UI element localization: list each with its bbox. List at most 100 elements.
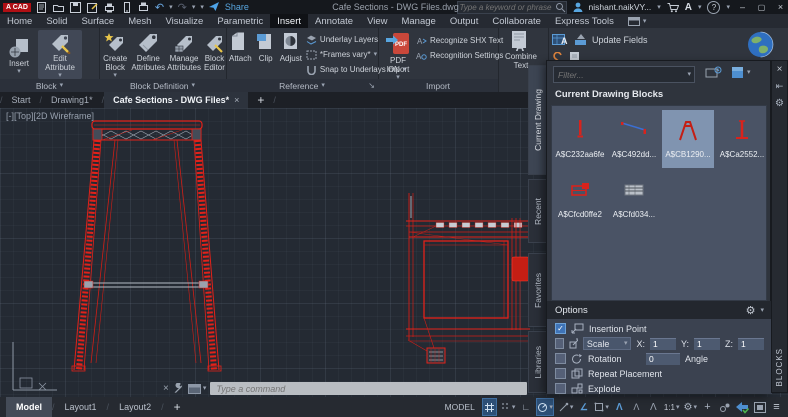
minimize-button[interactable]: – (736, 2, 749, 12)
scale-y-input[interactable] (694, 338, 720, 350)
rotation-option[interactable]: Rotation Angle (555, 352, 708, 365)
grid-toggle[interactable] (482, 398, 497, 416)
define-attributes-button[interactable]: Define Attributes (131, 30, 165, 72)
share-button[interactable]: Share (225, 2, 249, 12)
palette-tab-favorites[interactable]: Favorites (528, 253, 547, 327)
plot-icon[interactable] (104, 1, 116, 13)
tab-home[interactable]: Home (0, 14, 39, 28)
file-tab-start[interactable]: Start (3, 92, 40, 108)
scale-dropdown[interactable]: Scale▾ (583, 337, 632, 350)
block-item[interactable]: A$C232aa6fe (554, 110, 606, 168)
cart-icon[interactable] (667, 2, 679, 13)
maximize-button[interactable]: ▢ (755, 3, 768, 12)
help-icon[interactable]: ? (707, 1, 720, 14)
insert-block-button[interactable]: Insert▾ (8, 35, 30, 75)
redo-caret[interactable]: ▾ (192, 4, 196, 11)
filter-caret[interactable]: ▾ (687, 71, 694, 78)
file-tab-drawing1[interactable]: Drawing1* (42, 92, 102, 108)
block-library-icon[interactable] (705, 66, 722, 81)
save-icon[interactable] (70, 1, 82, 13)
adjust-button[interactable]: Adjust (280, 30, 302, 63)
panel-block-definition-footer[interactable]: Block Definition▾ (99, 79, 226, 92)
palette-tab-current-drawing[interactable]: Current Drawing (528, 65, 547, 175)
repeat-placement-option[interactable]: Repeat Placement (555, 367, 662, 380)
block-item[interactable]: A$Cfd034... (608, 170, 660, 228)
isolate-objects-button[interactable] (718, 399, 731, 415)
autoscale-toggle[interactable]: Λ (630, 399, 643, 415)
workspace-switching-button[interactable]: ⚙▾ (684, 399, 697, 415)
search-field[interactable] (457, 1, 567, 14)
tab-manage[interactable]: Manage (394, 14, 442, 28)
explode-checkbox[interactable] (555, 383, 566, 394)
snap-mode-toggle[interactable]: ▾ (501, 399, 516, 415)
annotation-monitor-button[interactable]: + (701, 399, 714, 415)
palette-properties-icon[interactable]: ⚙ (775, 98, 784, 109)
rotation-checkbox[interactable] (555, 353, 566, 364)
qat-customize-caret[interactable]: ▾ (200, 4, 204, 11)
options-collapse-caret[interactable]: ▾ (760, 307, 764, 314)
tab-output[interactable]: Output (443, 14, 486, 28)
reference-panel-launcher[interactable]: ↘ (368, 81, 375, 90)
user-caret[interactable]: ▾ (657, 4, 661, 11)
tab-express-tools[interactable]: Express Tools (548, 14, 621, 28)
palette-autohide-icon[interactable]: ⇤ (776, 81, 784, 92)
search-input[interactable] (458, 3, 555, 12)
command-close-icon[interactable]: × (163, 383, 169, 394)
palette-tab-recent[interactable]: Recent (528, 179, 547, 243)
block-item[interactable]: A$Ca2552... (716, 110, 768, 168)
rotation-angle-input[interactable] (646, 353, 680, 365)
attach-button[interactable]: Attach (229, 30, 252, 63)
tab-annotate[interactable]: Annotate (308, 14, 360, 28)
mobile-app-icon[interactable] (121, 1, 133, 13)
polar-tracking-toggle[interactable]: ▾ (536, 398, 554, 416)
autodesk-logo-icon[interactable]: A (685, 2, 692, 13)
customization-menu-button[interactable]: ≡ (770, 399, 783, 415)
model-space-toggle[interactable]: MODEL (445, 402, 475, 412)
annotation-scale-icon[interactable]: Λ (647, 399, 660, 415)
close-button[interactable]: × (774, 2, 787, 12)
help-caret[interactable]: ▾ (726, 4, 730, 11)
block-item[interactable]: A$Cfcd0ffe2 (554, 170, 606, 228)
tab-visualize[interactable]: Visualize (158, 14, 210, 28)
open-folder-icon[interactable] (53, 1, 65, 13)
print-icon[interactable] (138, 1, 150, 13)
tab-insert[interactable]: Insert (270, 14, 308, 28)
set-location-button[interactable] (735, 28, 788, 58)
block-item-selected[interactable]: A$CB1290... (662, 110, 714, 168)
filter-field[interactable]: ▾ (553, 66, 695, 83)
recent-commands-button[interactable]: ▾ (188, 384, 207, 394)
annotation-visibility-toggle[interactable]: Λ (613, 399, 626, 415)
app-logo[interactable]: A CAD (3, 3, 31, 12)
undo-icon[interactable]: ↶ (155, 1, 164, 14)
clip-button[interactable]: Clip (256, 30, 276, 63)
manage-attributes-button[interactable]: Manage Attributes (167, 30, 201, 72)
user-account[interactable]: nishant.naikVY... (589, 2, 652, 12)
insertion-point-checkbox[interactable]: ✓ (555, 323, 566, 334)
recognize-shx-button[interactable]: A Recognize SHX Text (416, 33, 503, 48)
new-drawing-tab-button[interactable]: + (248, 92, 273, 108)
layout-tab-model[interactable]: Model (6, 397, 52, 417)
isometric-drafting-toggle[interactable]: ▾ (558, 399, 574, 415)
repeat-placement-checkbox[interactable] (555, 368, 566, 379)
pdf-import-button[interactable]: PDF PDF Import▾ (386, 30, 410, 81)
panel-reference-footer[interactable]: Reference▾ ↘ (226, 79, 378, 92)
ortho-toggle[interactable]: ∟ (519, 399, 532, 415)
scale-x-input[interactable] (650, 338, 676, 350)
new-file-icon[interactable] (36, 1, 48, 13)
clean-screen-button[interactable] (753, 399, 766, 415)
save-as-icon[interactable] (87, 1, 99, 13)
layout-tab-layout1[interactable]: Layout1 (55, 397, 107, 417)
filter-input[interactable] (554, 70, 687, 80)
block-item[interactable]: A$C492dd... (608, 110, 660, 168)
tab-mesh[interactable]: Mesh (121, 14, 158, 28)
undo-caret[interactable]: ▾ (169, 4, 173, 11)
command-input[interactable] (210, 382, 527, 395)
file-tab-close-icon[interactable]: × (234, 95, 239, 105)
edit-attribute-button[interactable]: Edit Attribute▾ (38, 30, 82, 79)
options-gear-icon[interactable]: ⚙ (746, 304, 756, 317)
command-wrench-icon[interactable] (173, 383, 184, 394)
tab-parametric[interactable]: Parametric (210, 14, 270, 28)
object-snap-tracking-toggle[interactable]: ∠ (577, 399, 590, 415)
scale-option[interactable]: Scale▾ X: Y: Z: (555, 337, 764, 350)
annotation-scale-button[interactable]: 1:1▾ (664, 399, 680, 415)
